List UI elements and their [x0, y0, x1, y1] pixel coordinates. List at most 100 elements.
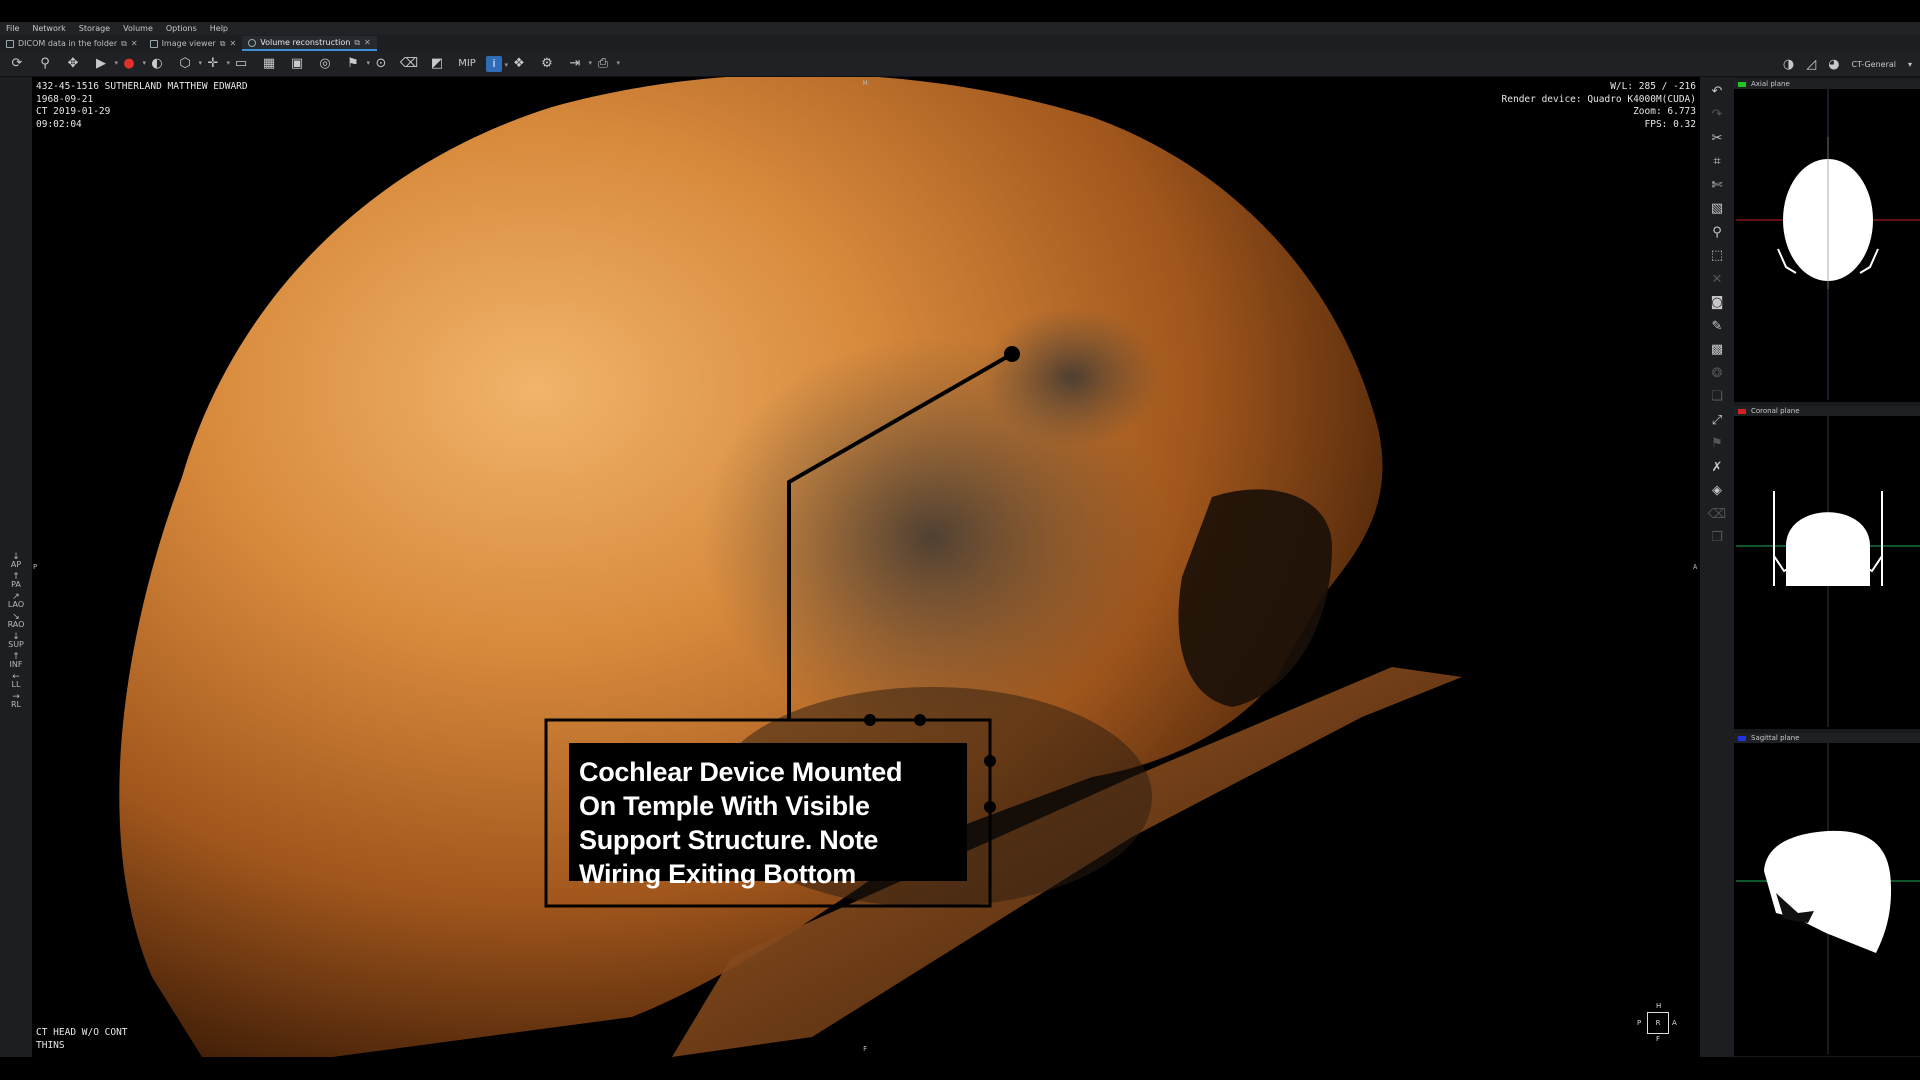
sculpt-icon[interactable]: ▣ — [286, 54, 308, 74]
tab-dicom-folder[interactable]: DICOM data in the folder ⧉ ✕ — [0, 36, 144, 51]
camera-icon[interactable]: ◙ — [1706, 293, 1728, 313]
segment-icon[interactable]: ▧ — [1706, 199, 1728, 219]
menu-help[interactable]: Help — [210, 24, 228, 33]
cube-label-right: A — [1672, 1019, 1677, 1027]
plane-header: Sagittal plane — [1734, 733, 1920, 743]
cross-icon[interactable]: ✕ — [1706, 269, 1728, 289]
orient-label: PA — [11, 580, 21, 589]
orient-pa-button[interactable]: ↑ PA — [11, 573, 21, 589]
orient-ap-button[interactable]: ↓ AP — [11, 553, 21, 569]
layers-icon[interactable]: ❖ — [508, 54, 530, 74]
annotation-line: On Temple With Visible — [579, 791, 870, 821]
curve-icon[interactable]: ◩ — [426, 54, 448, 74]
detach-icon[interactable]: ⧉ — [220, 39, 226, 49]
orient-label: INF — [9, 660, 23, 669]
menu-volume[interactable]: Volume — [123, 24, 153, 33]
main-toolbar: ⟳ ⚲ ✥ ▶ ● ◐ ⬡ ✛ ▭ ▦ ▣ ◎ ⚑ ⊙ ⌫ ◩ MIP i ❖ … — [0, 51, 1920, 77]
plane-color-swatch — [1738, 408, 1746, 414]
detach-icon[interactable]: ⧉ — [354, 38, 360, 48]
crop-icon[interactable]: ⌗ — [1706, 152, 1728, 172]
annotation-line: Support Structure. Note — [579, 825, 879, 855]
render-info-overlay: W/L: 285 / -216 Render device: Quadro K4… — [1502, 81, 1696, 131]
tab-image-viewer[interactable]: Image viewer ⧉ ✕ — [144, 36, 243, 51]
info-icon[interactable]: i — [486, 55, 508, 72]
skull-volume-render — [119, 77, 1462, 1057]
coronal-plane-panel[interactable]: Coronal plane — [1734, 406, 1920, 729]
ruler-icon[interactable]: ▭ — [230, 54, 252, 74]
series-line: THINS — [36, 1039, 65, 1051]
cube-face: R — [1647, 1012, 1669, 1034]
orient-inf-button[interactable]: ↑ INF — [10, 653, 23, 669]
crosshair-move-icon[interactable]: ✛ — [202, 54, 230, 74]
contrast-icon[interactable]: ◐ — [146, 54, 168, 74]
export-icon[interactable]: ⇥ — [564, 54, 592, 74]
palette-icon[interactable]: ◕ — [1828, 57, 1839, 72]
menu-storage[interactable]: Storage — [79, 24, 110, 33]
annotation-anchor-dot — [1004, 346, 1020, 362]
brain-icon[interactable]: ❂ — [1706, 363, 1728, 383]
orientation-cube[interactable]: H P A F R — [1637, 1002, 1677, 1043]
sagittal-plane-panel[interactable]: Sagittal plane — [1734, 733, 1920, 1056]
menu-options[interactable]: Options — [166, 24, 197, 33]
menu-network[interactable]: Network — [32, 24, 65, 33]
tab-bar: DICOM data in the folder ⧉ ✕ Image viewe… — [0, 35, 1920, 51]
screen-top-edge — [0, 0, 1920, 22]
series-info-overlay: CT HEAD W/O CONT THINS — [36, 1027, 128, 1052]
eraser-icon[interactable]: ⌫ — [1706, 504, 1728, 524]
undo-icon[interactable]: ↶ — [1706, 81, 1728, 101]
close-icon[interactable]: ✕ — [131, 39, 138, 48]
graph-icon[interactable]: ◿ — [1806, 57, 1816, 72]
cube-label-bottom: F — [1656, 1035, 1661, 1043]
search-cut-icon[interactable]: ⚲ — [1706, 222, 1728, 242]
detach-icon[interactable]: ⧉ — [121, 39, 127, 49]
select-region-icon[interactable]: ⬚ — [1706, 246, 1728, 266]
tools-icon[interactable]: ✗ — [1706, 457, 1728, 477]
expand-icon[interactable]: ⤢ — [1706, 410, 1728, 430]
annotation-line: Wiring Exiting Bottom — [579, 859, 856, 889]
cube-icon[interactable]: ⬡ — [174, 54, 202, 74]
render-device: Render device: Quadro K4000M(CUDA) — [1501, 93, 1696, 105]
record-icon[interactable]: ● — [118, 54, 146, 74]
gear-icon[interactable]: ⚙ — [536, 54, 558, 74]
tab-volume-reconstruction[interactable]: Volume reconstruction ⧉ ✕ — [242, 36, 377, 51]
chevron-down-icon[interactable]: ▾ — [1908, 60, 1912, 69]
pin-icon[interactable]: ⚑ — [342, 54, 370, 74]
annotation-label[interactable]: Cochlear Device Mounted On Temple With V… — [569, 743, 967, 889]
zoom-icon[interactable]: ⚲ — [34, 54, 56, 74]
edge-marker-bottom: F — [863, 1045, 868, 1053]
lasso-icon[interactable]: ◎ — [314, 54, 336, 74]
plane-panels: Axial plane Coronal plane Sagittal plane — [1734, 77, 1920, 1057]
eraser-icon[interactable]: ⌫ — [398, 54, 420, 74]
pin-icon[interactable]: ⚑ — [1706, 434, 1728, 454]
grid-icon[interactable]: ▩ — [1706, 340, 1728, 360]
target-icon[interactable]: ⊙ — [370, 54, 392, 74]
tab-label: DICOM data in the folder — [18, 39, 118, 48]
menu-file[interactable]: File — [6, 24, 19, 33]
mask-icon[interactable]: ◈ — [1706, 481, 1728, 501]
axial-plane-panel[interactable]: Axial plane — [1734, 79, 1920, 402]
orient-lao-button[interactable]: ↗ LAO — [8, 593, 24, 609]
plane-title: Coronal plane — [1751, 407, 1800, 415]
orient-rao-button[interactable]: ↘ RAO — [8, 613, 25, 629]
redo-icon[interactable]: ↷ — [1706, 105, 1728, 125]
orient-sup-button[interactable]: ↓ SUP — [8, 633, 24, 649]
layers-icon[interactable]: ❏ — [1706, 387, 1728, 407]
brush-icon[interactable]: ✎ — [1706, 316, 1728, 336]
print-icon[interactable]: ⎙ — [592, 54, 620, 74]
render-mode-icon[interactable]: ◑ — [1783, 57, 1794, 72]
scissors-icon[interactable]: ✂ — [1706, 128, 1728, 148]
volume-render-viewport[interactable]: 432-45-1516 SUTHERLAND MATTHEW EDWARD 19… — [32, 77, 1700, 1057]
play-icon[interactable]: ▶ — [90, 54, 118, 74]
clip-box-icon[interactable]: ▦ — [258, 54, 280, 74]
close-icon[interactable]: ✕ — [230, 39, 237, 48]
pan-icon[interactable]: ✥ — [62, 54, 84, 74]
cut-shape-icon[interactable]: ✄ — [1706, 175, 1728, 195]
close-icon[interactable]: ✕ — [364, 38, 371, 47]
rotate-icon[interactable]: ⟳ — [6, 54, 28, 74]
orient-ll-button[interactable]: ← LL — [12, 673, 21, 689]
orient-rl-button[interactable]: → RL — [11, 693, 21, 709]
stack-icon[interactable]: ❐ — [1706, 528, 1728, 548]
mip-button[interactable]: MIP — [454, 54, 480, 74]
preset-select[interactable]: CT-General — [1852, 60, 1896, 69]
sagittal-slice-image — [1736, 743, 1920, 1054]
